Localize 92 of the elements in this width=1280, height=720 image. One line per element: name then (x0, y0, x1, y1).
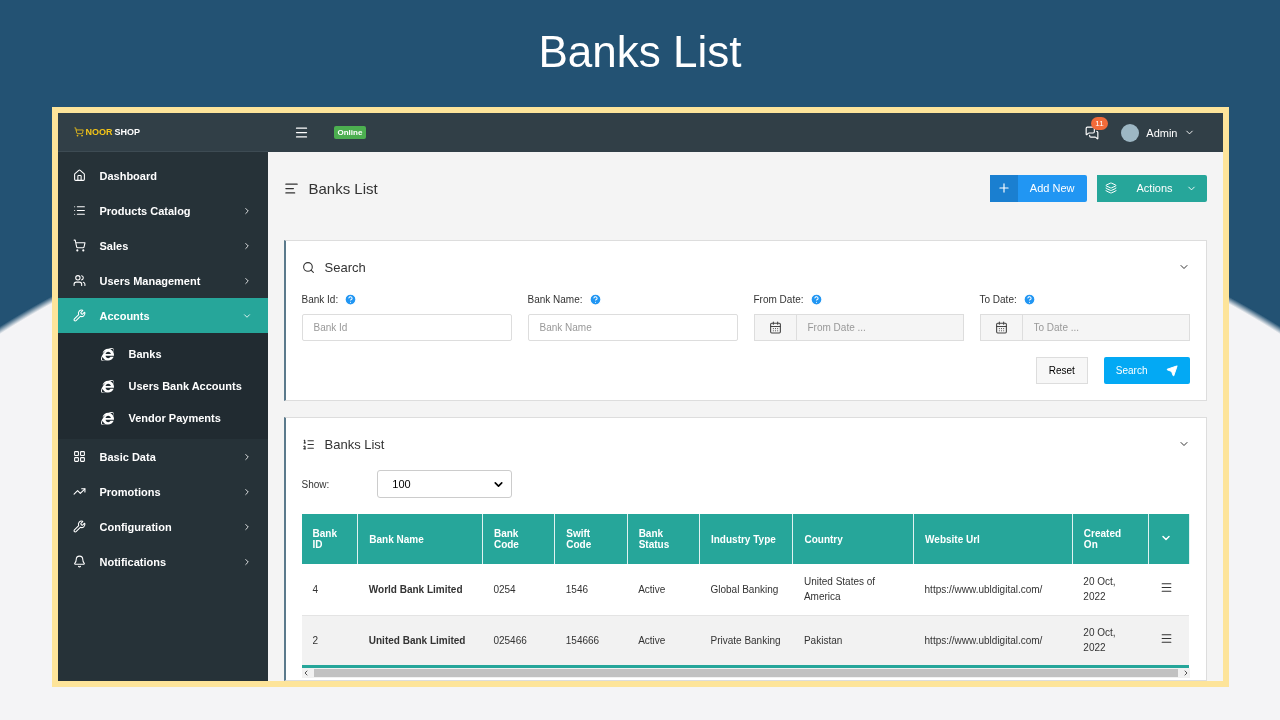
column-header: Created On (1072, 514, 1149, 564)
browser-icon (100, 379, 114, 393)
status-badge: Online (333, 126, 367, 139)
table-cell: Private Banking (699, 615, 793, 666)
panel-title: Search (324, 259, 367, 275)
text-field[interactable]: Bank Id (301, 314, 512, 341)
horizontal-scrollbar[interactable] (301, 667, 1190, 678)
table-cell: 1546 (554, 564, 628, 615)
send-icon (1165, 364, 1178, 377)
cart-icon (73, 127, 84, 137)
help-icon[interactable] (809, 293, 823, 306)
column-header: Bank ID (301, 514, 358, 564)
list-icon (301, 437, 315, 451)
panel-title: Banks List (324, 436, 386, 452)
column-header: Industry Type (699, 514, 793, 564)
column-header: Bank Status (627, 514, 700, 564)
table-cell: Pakistan (792, 615, 914, 666)
field-label: Bank Id: (301, 294, 339, 305)
home-icon (72, 169, 86, 182)
page-title: Banks List (308, 179, 379, 197)
column-header: Swift Code (554, 514, 628, 564)
text-field[interactable]: Bank Name (527, 314, 738, 341)
sidebar-item[interactable]: Users Management (57, 263, 268, 298)
calendar-button[interactable] (979, 314, 1023, 341)
search-icon (301, 260, 315, 274)
column-header: Bank Name (357, 514, 483, 564)
sidebar-item[interactable]: Basic Data (57, 439, 268, 474)
sidebar-subitem[interactable]: Users Bank Accounts (57, 370, 268, 402)
row-menu-icon[interactable] (1159, 580, 1173, 594)
plus-icon (996, 181, 1011, 195)
grid-icon (72, 450, 86, 463)
sidebar-item[interactable]: Sales (57, 228, 268, 263)
sidebar-subitem[interactable]: Vendor Payments (57, 402, 268, 434)
trend-icon (72, 485, 86, 498)
field-label: To Date: (979, 294, 1017, 305)
sidebar-item[interactable]: Products Catalog (57, 193, 268, 228)
table-cell: 2 (301, 615, 358, 666)
date-field[interactable]: From Date ... (796, 314, 964, 341)
reset-button[interactable]: Reset (1035, 357, 1088, 384)
table-cell: https://www.ubldigital.com/ (913, 564, 1073, 615)
sidebar-item[interactable]: Notifications (57, 544, 268, 579)
column-header[interactable] (1148, 514, 1189, 564)
table-cell: Global Banking (699, 564, 793, 615)
sidebar-item[interactable]: Configuration (57, 509, 268, 544)
calendar-icon (768, 321, 782, 334)
users-icon (72, 274, 86, 287)
bell-icon (72, 555, 86, 568)
table-cell: United Bank Limited (357, 615, 483, 666)
sidebar-item[interactable]: Dashboard (57, 158, 268, 193)
table-cell: 154666 (554, 615, 628, 666)
notification-count: 11 (1091, 116, 1108, 130)
table-cell: 20 Oct, 2022 (1072, 564, 1149, 615)
table-cell: Active (627, 615, 700, 666)
table-cell: 025466 (482, 615, 555, 666)
browser-icon (100, 411, 114, 425)
sidebar-subitem[interactable]: Banks (57, 338, 268, 370)
field-label: Bank Name: (527, 294, 583, 305)
wrench-icon (72, 309, 86, 322)
show-label: Show: (301, 478, 330, 490)
layers-icon (1104, 182, 1117, 194)
list-icon (72, 204, 86, 217)
brand-name: SHOP (114, 127, 140, 137)
menu-icon[interactable] (293, 125, 309, 140)
table-cell: https://www.ubldigital.com/ (913, 615, 1073, 666)
sidebar-item[interactable]: Promotions (57, 474, 268, 509)
column-header: Website Url (913, 514, 1073, 564)
date-field[interactable]: To Date ... (1022, 314, 1190, 341)
calendar-icon (994, 321, 1008, 334)
table-cell: 4 (301, 564, 358, 615)
row-menu-icon[interactable] (1159, 631, 1173, 645)
user-name[interactable]: Admin (1146, 126, 1178, 139)
avatar[interactable] (1121, 123, 1140, 142)
table-cell: Active (627, 564, 700, 615)
column-header: Bank Code (482, 514, 555, 564)
table-cell: 20 Oct, 2022 (1072, 615, 1149, 666)
field-label: From Date: (753, 294, 804, 305)
cart-icon (72, 239, 86, 252)
wrench-icon (72, 520, 86, 533)
menu-lines-icon (283, 180, 299, 196)
help-icon[interactable] (588, 293, 602, 306)
table-cell: World Bank Limited (357, 564, 483, 615)
slide-title: Banks List (538, 25, 742, 78)
help-icon[interactable] (344, 293, 358, 306)
page-size-select[interactable]: 100 (377, 470, 513, 498)
browser-icon (100, 347, 114, 361)
calendar-button[interactable] (753, 314, 797, 341)
brand-name: NOOR (85, 127, 113, 137)
table-cell: 0254 (482, 564, 555, 615)
chat-icon[interactable] (1085, 125, 1100, 140)
table-cell: United States of America (792, 564, 914, 615)
column-header: Country (792, 514, 914, 564)
help-icon[interactable] (1022, 293, 1036, 306)
